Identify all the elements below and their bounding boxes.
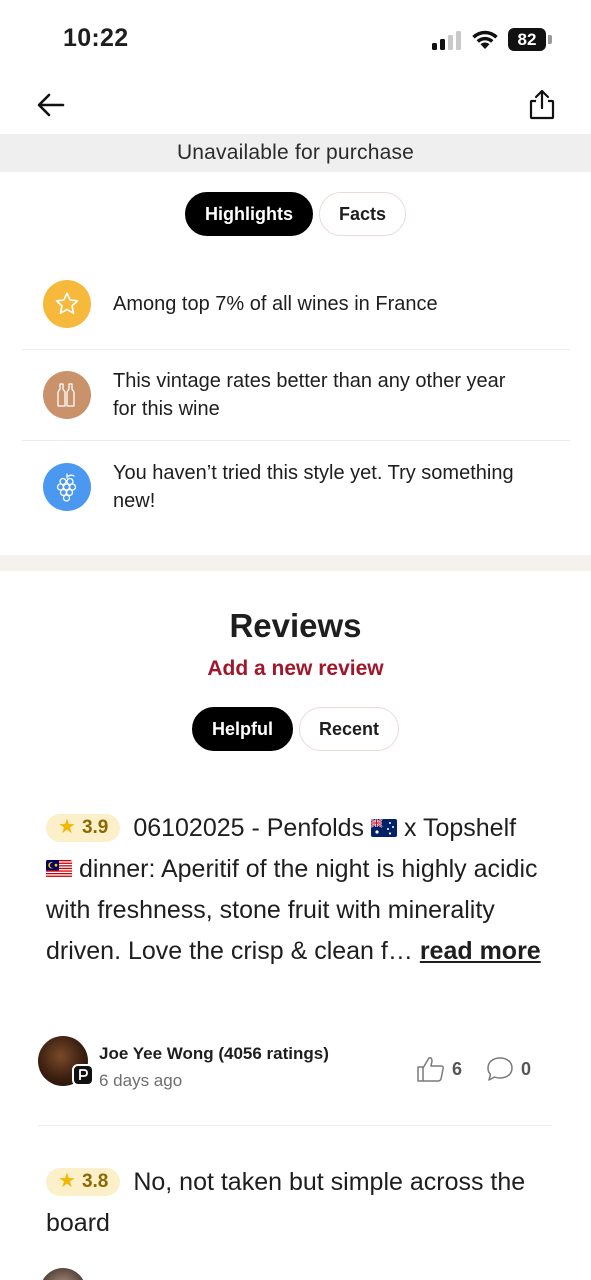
australia-flag-icon (371, 819, 398, 837)
read-more-link[interactable]: read more (420, 937, 541, 965)
tab-helpful[interactable]: Helpful (191, 707, 293, 751)
tab-recent[interactable]: Recent (298, 707, 400, 751)
like-count: 6 (452, 1058, 463, 1079)
rating-value: 3.8 (81, 1171, 109, 1192)
highlight-text: This vintage rates better than any other… (113, 370, 506, 420)
reviewer-row: Joe Yee Wong (4056 ratings) 6 days ago 6… (38, 1036, 538, 1090)
section-divider (0, 555, 591, 571)
review-text: 06102025 - Penfolds (133, 814, 365, 842)
comment-button[interactable]: 0 (485, 1056, 531, 1082)
comment-bubble-icon (487, 1057, 513, 1081)
thumbs-up-icon (417, 1057, 444, 1082)
malaysia-flag-icon (46, 860, 72, 878)
tab-highlights[interactable]: Highlights (184, 192, 313, 236)
review-sort-tabs: Helpful Recent (0, 707, 591, 751)
comment-count: 0 (521, 1058, 532, 1079)
review-card[interactable]: ★ 3.9 06102025 - Penfolds x Topshelf dinn… (46, 808, 546, 972)
divider (38, 1125, 552, 1126)
nav-bar (0, 80, 591, 134)
add-review-link[interactable]: Add a new review (0, 657, 591, 681)
star-icon: ★ (58, 816, 76, 838)
highlight-text: Among top 7% of all wines in France (113, 292, 438, 315)
battery-icon: 82 (508, 28, 552, 51)
status-time: 10:22 (63, 24, 129, 52)
highlight-item: You haven’t tried this style yet. Try so… (22, 441, 570, 533)
bottles-icon (43, 371, 91, 419)
highlight-item: This vintage rates better than any other… (22, 350, 570, 441)
battery-level: 82 (508, 28, 546, 51)
highlights-list: Among top 7% of all wines in France This… (22, 258, 570, 533)
cellular-signal-icon (432, 30, 464, 50)
rating-value: 3.9 (81, 817, 109, 838)
highlights-facts-tabs: Highlights Facts (0, 192, 591, 236)
premium-badge-icon (72, 1064, 94, 1086)
rating-badge: ★ 3.9 (46, 813, 121, 842)
share-icon[interactable] (526, 88, 558, 122)
highlight-item: Among top 7% of all wines in France (22, 258, 570, 350)
highlight-text: You haven’t tried this style yet. Try so… (113, 462, 514, 512)
star-icon (43, 280, 91, 328)
reviews-title: Reviews (229, 607, 362, 644)
review-card[interactable]: ★ 3.8 No, not taken but simple across the… (46, 1162, 546, 1244)
like-button[interactable]: 6 (416, 1056, 462, 1082)
unavailable-banner: Unavailable for purchase (0, 134, 591, 172)
grapes-icon (43, 463, 91, 511)
review-date: 6 days ago (99, 1071, 183, 1090)
reviewer-name[interactable]: Joe Yee Wong (4056 ratings) (99, 1044, 329, 1064)
tab-facts[interactable]: Facts (318, 192, 407, 236)
status-bar: 10:22 82 (0, 0, 591, 80)
avatar[interactable] (40, 1268, 86, 1280)
wifi-icon (472, 30, 498, 49)
review-text: x Topshelf (403, 814, 517, 842)
rating-badge: ★ 3.8 (46, 1167, 121, 1196)
arrow-left-icon[interactable] (34, 88, 68, 122)
star-icon: ★ (58, 1170, 76, 1192)
